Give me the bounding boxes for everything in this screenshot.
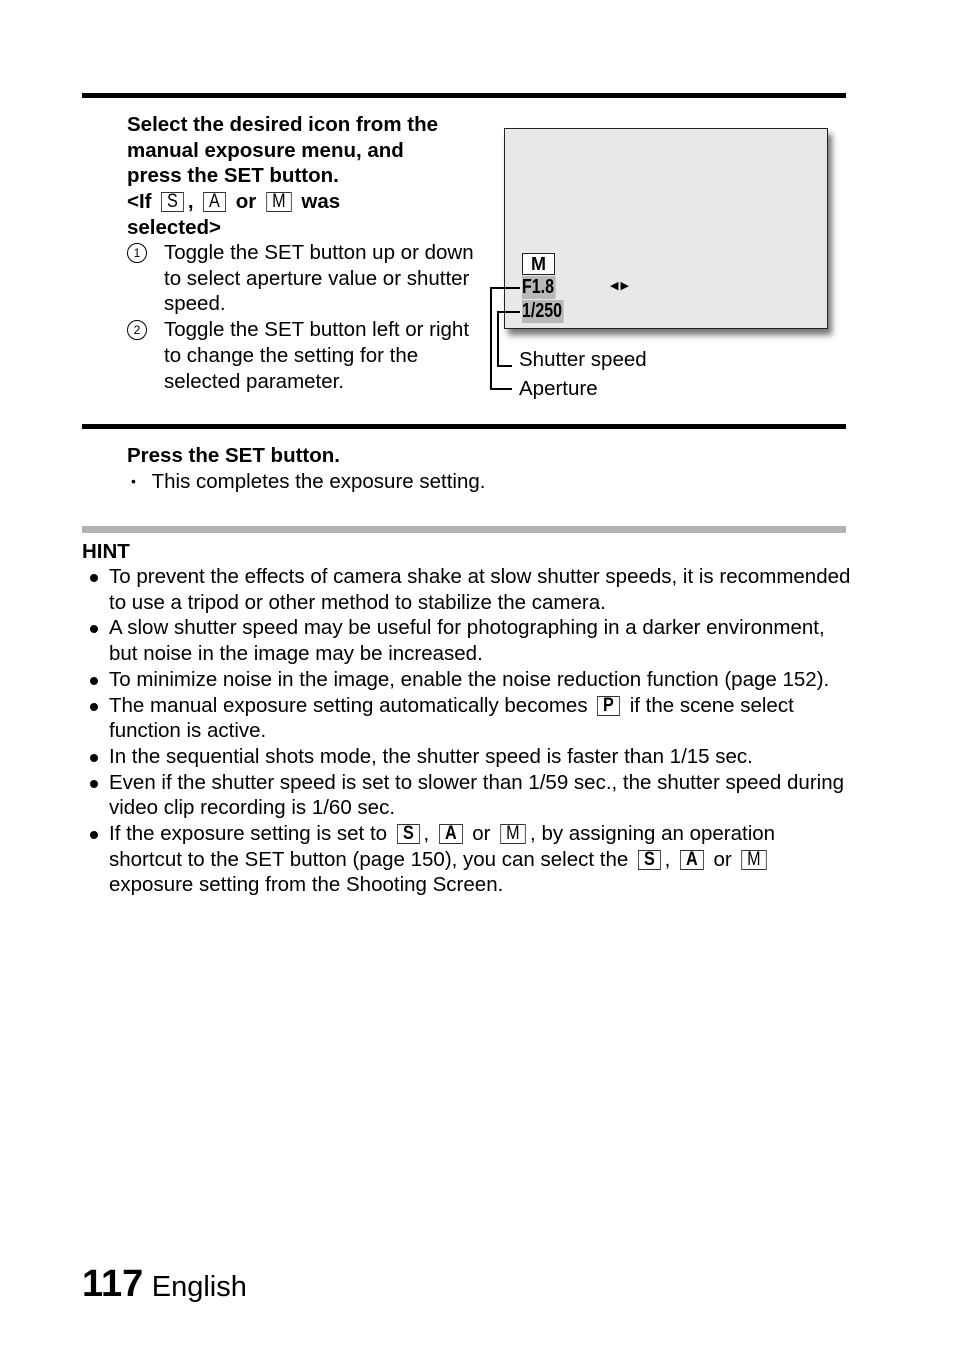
mode-s-icon: S [396, 824, 420, 845]
condition-prefix: <If [127, 190, 152, 214]
hint-item: In the sequential shots mode, the shutte… [82, 744, 852, 770]
left-right-arrows-icon: ◀▶ [610, 280, 631, 292]
comma: , [187, 190, 194, 214]
sub-item: 1 Toggle the SET button up or down to se… [127, 240, 477, 317]
circled-number-icon: 1 [127, 243, 147, 263]
hint-item: A slow shutter speed may be useful for p… [82, 615, 852, 666]
hint-item: Even if the shutter speed is set to slow… [82, 770, 852, 821]
manual-mode-icon: M [522, 253, 555, 275]
title-line: Select the desired icon from the [127, 113, 438, 136]
step1-sub-list: 1 Toggle the SET button up or down to se… [127, 240, 477, 394]
hint-item: The manual exposure setting automaticall… [82, 693, 852, 744]
shutter-callout-line [497, 311, 520, 313]
hint-item: To minimize noise in the image, enable t… [82, 667, 852, 693]
shutter-speed-label: Shutter speed [519, 348, 647, 371]
mode-m-icon: M [266, 192, 292, 213]
mode-m-icon: M [500, 824, 526, 845]
hint-title: HINT [82, 540, 130, 563]
title-line: press the SET button. [127, 164, 339, 188]
comma: , [423, 822, 430, 846]
mode-m-icon: M [741, 849, 768, 870]
step2-bullet: • This completes the exposure setting. [131, 469, 485, 495]
bullet-dot: • [131, 473, 136, 489]
hint-list: To prevent the effects of camera shake a… [82, 564, 852, 898]
or-text: or [235, 190, 257, 214]
sub-item: 2 Toggle the SET button left or right to… [127, 317, 477, 394]
section-divider [82, 424, 846, 429]
sub-item-text: Toggle the SET button left or right to c… [164, 318, 470, 393]
hint-text: exposure setting from the Shooting Scree… [109, 873, 504, 897]
hint-item: If the exposure setting is set to S, A o… [82, 821, 852, 898]
condition-line: <If S, A or M was [127, 189, 438, 215]
comma: , [664, 847, 671, 871]
step1-title: Select the desired icon from the manual … [127, 112, 438, 241]
shutter-value: 1/250 [522, 300, 564, 323]
hint-divider [82, 526, 846, 533]
page-footer: 117 English [82, 1263, 247, 1306]
title-line: manual exposure menu, and [127, 138, 404, 162]
mode-a-icon: A [438, 824, 463, 845]
condition-line-2: selected> [127, 215, 222, 239]
mode-s-icon: S [161, 192, 184, 213]
mode-p-icon: P [597, 695, 620, 716]
mode-s-icon: S [637, 849, 661, 870]
aperture-callout-line [490, 287, 520, 289]
mode-a-icon: A [203, 192, 226, 213]
step2-title: Press the SET button. [127, 444, 340, 467]
aperture-value: F1.8 [522, 276, 556, 299]
aperture-callout-line [490, 388, 512, 390]
aperture-label: Aperture [519, 377, 598, 400]
language-label: English [151, 1271, 247, 1303]
mode-a-icon: A [680, 849, 704, 870]
step2-bullet-text: This completes the exposure setting. [151, 470, 486, 493]
page-number: 117 [82, 1263, 144, 1305]
sub-item-text: Toggle the SET button up or down to sele… [164, 241, 474, 316]
hint-item: To prevent the effects of camera shake a… [82, 564, 852, 615]
hint-text: The manual exposure setting automaticall… [109, 693, 588, 717]
aperture-callout-line [490, 287, 492, 389]
section-divider [82, 93, 846, 98]
shutter-callout-line [497, 311, 499, 366]
hint-text: If the exposure setting is set to [109, 822, 388, 846]
condition-suffix: was [301, 190, 341, 214]
camera-screen-illustration: M F1.8 1/250 ◀▶ [504, 128, 828, 329]
or-text: or [472, 822, 491, 846]
or-text: or [713, 847, 732, 871]
shutter-callout-line [497, 365, 512, 367]
circled-number-icon: 2 [127, 320, 147, 341]
